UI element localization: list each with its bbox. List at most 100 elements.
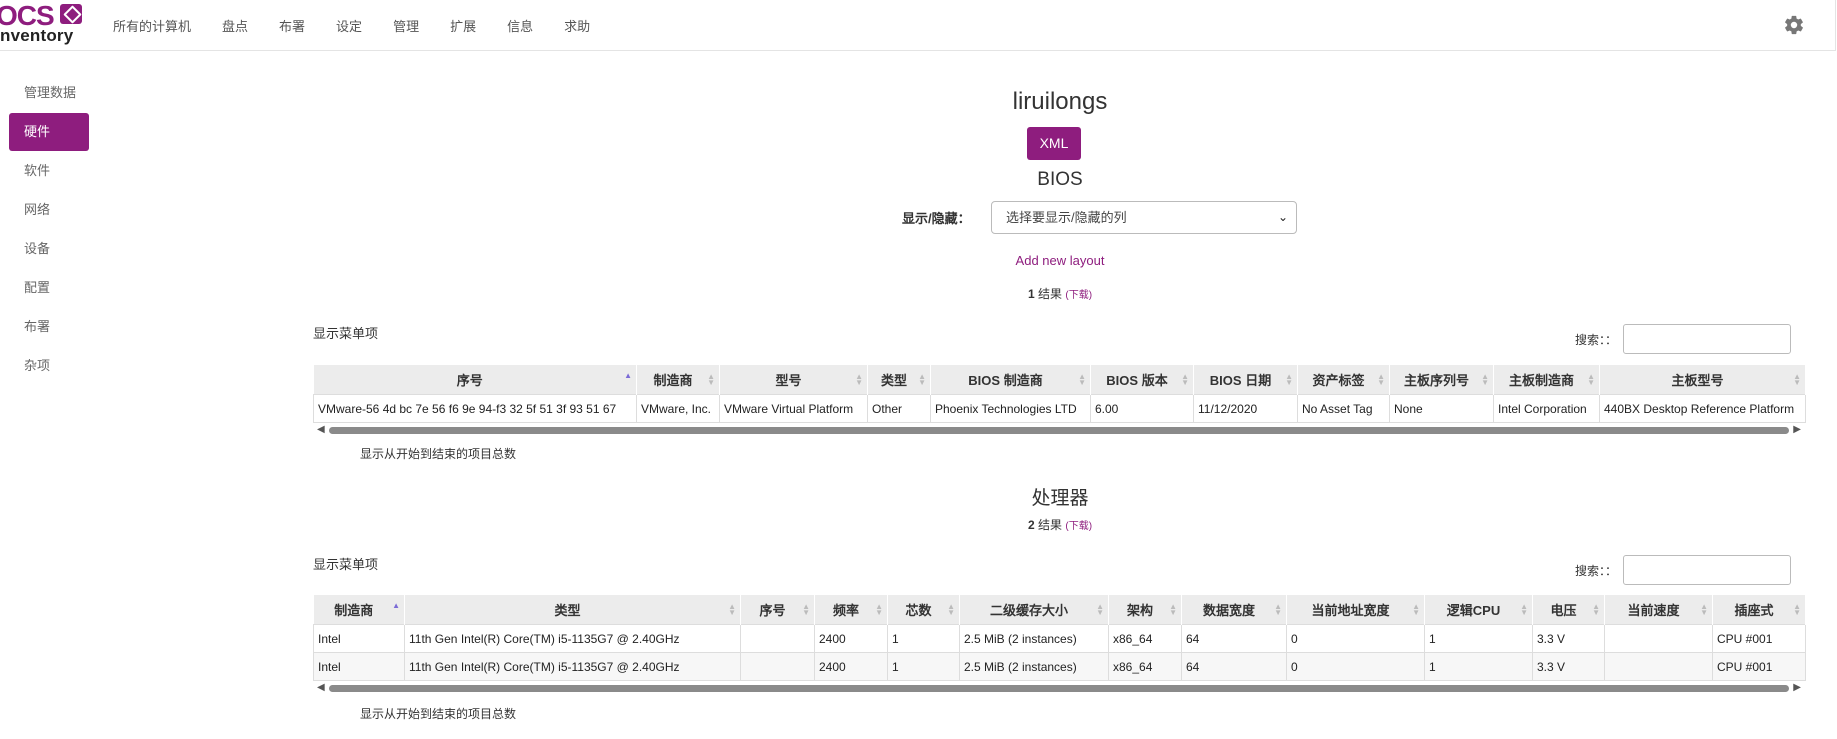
- gear-icon[interactable]: [1783, 14, 1805, 36]
- cpu-results-number: 2: [1027, 518, 1035, 532]
- column-header-label: BIOS 制造商: [968, 373, 1043, 388]
- bios-column-header[interactable]: 制造商 ▲ ▼: [636, 365, 720, 395]
- cpu-column-header[interactable]: 插座式 ▲ ▼: [1712, 595, 1806, 625]
- xml-button[interactable]: XML: [1027, 127, 1081, 160]
- scroll-right-icon[interactable]: ▶: [1793, 682, 1801, 693]
- table-cell: [1604, 652, 1713, 681]
- main-nav: 所有的计算机 盘点 布署 设定 管理 扩展 信息 求助: [113, 16, 621, 35]
- nav-manage[interactable]: 管理: [393, 16, 419, 35]
- table-cell: 6.00: [1090, 394, 1194, 423]
- cpu-column-header[interactable]: 制造商 ▲: [313, 595, 405, 625]
- cpu-table-info: 显示从开始到结束的项目总数: [360, 707, 517, 721]
- table-cell: 64: [1181, 624, 1287, 653]
- table-cell: 3.3 V: [1532, 652, 1605, 681]
- table-cell: Intel Corporation: [1493, 394, 1600, 423]
- cpu-column-header[interactable]: 芯数 ▲ ▼: [887, 595, 960, 625]
- table-cell: 1: [1424, 652, 1533, 681]
- sort-icon: ▲ ▼: [1377, 372, 1385, 387]
- column-header-label: 型号: [775, 373, 802, 388]
- table-row[interactable]: Intel 11th Gen Intel(R) Core(TM) i5-1135G…: [313, 652, 1806, 681]
- cpu-column-header[interactable]: 当前地址宽度 ▲ ▼: [1286, 595, 1425, 625]
- nav-info[interactable]: 信息: [507, 16, 533, 35]
- sidebar-item-network[interactable]: 网络: [9, 191, 89, 229]
- cpu-search-input[interactable]: [1623, 555, 1791, 585]
- nav-all-computers[interactable]: 所有的计算机: [113, 16, 191, 35]
- table-cell: Intel: [313, 652, 405, 681]
- cpu-horizontal-scrollbar[interactable]: ◀ ▶: [313, 682, 1805, 693]
- cpu-results-text: 结果: [1038, 518, 1063, 532]
- bios-column-header[interactable]: BIOS 日期 ▲ ▼: [1193, 365, 1298, 395]
- nav-inventory[interactable]: 盘点: [222, 16, 248, 35]
- table-cell: 0: [1286, 652, 1425, 681]
- sidebar-item-deploy[interactable]: 布署: [9, 308, 89, 346]
- scroll-left-icon[interactable]: ◀: [317, 424, 325, 435]
- scroll-thumb[interactable]: [329, 427, 1789, 434]
- sort-icon: ▲ ▼: [875, 602, 883, 617]
- ocs-inventory-logo[interactable]: OCS nventory: [0, 0, 90, 46]
- scroll-thumb[interactable]: [329, 685, 1789, 692]
- cpu-section-title: 处理器: [1031, 488, 1089, 509]
- cpu-column-header[interactable]: 二级缓存大小 ▲ ▼: [959, 595, 1109, 625]
- bios-column-header[interactable]: BIOS 版本 ▲ ▼: [1090, 365, 1194, 395]
- bios-section-title: BIOS: [1037, 169, 1083, 190]
- sort-icon: ▲ ▼: [1169, 602, 1177, 617]
- bios-column-header[interactable]: 主板序列号 ▲ ▼: [1389, 365, 1494, 395]
- bios-results-count: 1 结果 (下载): [0, 285, 1837, 302]
- column-header-label: 架构: [1126, 603, 1153, 618]
- nav-extensions[interactable]: 扩展: [450, 16, 476, 35]
- bios-column-header[interactable]: 类型 ▲ ▼: [867, 365, 931, 395]
- sort-icon: ▲ ▼: [855, 372, 863, 387]
- table-row[interactable]: Intel 11th Gen Intel(R) Core(TM) i5-1135G…: [313, 624, 1806, 653]
- column-header-label: 主板序列号: [1403, 373, 1469, 388]
- scroll-left-icon[interactable]: ◀: [317, 682, 325, 693]
- bios-column-header[interactable]: 型号 ▲ ▼: [719, 365, 868, 395]
- cpu-results-count: 2 结果 (下载): [0, 516, 1837, 533]
- cpu-column-header[interactable]: 数据宽度 ▲ ▼: [1181, 595, 1287, 625]
- bios-show-menu-label[interactable]: 显示菜单项: [313, 323, 378, 342]
- table-cell: [1604, 624, 1713, 653]
- cpu-column-header[interactable]: 类型 ▲ ▼: [404, 595, 741, 625]
- cpu-column-header[interactable]: 当前速度 ▲ ▼: [1604, 595, 1713, 625]
- sort-icon: ▲ ▼: [1793, 372, 1801, 387]
- table-cell: x86_64: [1108, 624, 1182, 653]
- sort-icon: ▲ ▼: [1274, 602, 1282, 617]
- bios-search-label: 搜索：：: [1575, 333, 1618, 347]
- table-cell: [740, 624, 815, 653]
- table-row[interactable]: VMware-56 4d bc 7e 56 f6 9e 94-f3 32 5f …: [313, 394, 1806, 423]
- bios-search-input[interactable]: [1623, 324, 1791, 354]
- cpu-column-header[interactable]: 电压 ▲ ▼: [1532, 595, 1605, 625]
- scroll-right-icon[interactable]: ▶: [1793, 424, 1801, 435]
- nav-deploy[interactable]: 布署: [279, 16, 305, 35]
- bios-column-header[interactable]: 资产标签 ▲ ▼: [1297, 365, 1390, 395]
- sort-icon: ▲ ▼: [1285, 372, 1293, 387]
- chevron-down-icon: ⌄: [1277, 210, 1288, 224]
- sidebar-item-misc[interactable]: 杂项: [9, 347, 89, 385]
- sort-icon: ▲ ▼: [1412, 602, 1420, 617]
- add-new-layout-link[interactable]: Add new layout: [0, 253, 1837, 268]
- table-cell: x86_64: [1108, 652, 1182, 681]
- bios-column-header[interactable]: BIOS 制造商 ▲ ▼: [930, 365, 1091, 395]
- cpu-column-header[interactable]: 频率 ▲ ▼: [814, 595, 888, 625]
- nav-settings[interactable]: 设定: [336, 16, 362, 35]
- table-cell: 1: [887, 624, 960, 653]
- column-header-label: 当前地址宽度: [1311, 603, 1390, 618]
- cpu-column-header[interactable]: 逻辑CPU ▲ ▼: [1424, 595, 1533, 625]
- bios-download-link[interactable]: (下载): [1065, 290, 1092, 301]
- column-header-label: 频率: [832, 603, 859, 618]
- bios-column-header[interactable]: 主板制造商 ▲ ▼: [1493, 365, 1600, 395]
- sidebar-item-hardware[interactable]: 硬件: [9, 113, 89, 151]
- column-header-label: 序号: [456, 373, 483, 388]
- bios-horizontal-scrollbar[interactable]: ◀ ▶: [313, 424, 1805, 435]
- cpu-column-header[interactable]: 序号 ▲ ▼: [740, 595, 815, 625]
- table-cell: 11th Gen Intel(R) Core(TM) i5-1135G7 @ 2…: [404, 624, 741, 653]
- top-navbar: OCS nventory 所有的计算机 盘点 布署 设定 管理 扩展 信息 求助: [0, 0, 1836, 51]
- bios-column-header[interactable]: 序号 ▲: [313, 365, 637, 395]
- column-visibility-select[interactable]: 选择要显示/隐藏的列 ⌄: [991, 201, 1297, 234]
- cpu-show-menu-label[interactable]: 显示菜单项: [313, 554, 378, 573]
- table-cell: 440BX Desktop Reference Platform: [1599, 394, 1806, 423]
- bios-results-number: 1: [1027, 287, 1035, 301]
- cpu-column-header[interactable]: 架构 ▲ ▼: [1108, 595, 1182, 625]
- bios-column-header[interactable]: 主板型号 ▲ ▼: [1599, 365, 1806, 395]
- nav-help[interactable]: 求助: [564, 16, 590, 35]
- cpu-download-link[interactable]: (下载): [1065, 521, 1092, 532]
